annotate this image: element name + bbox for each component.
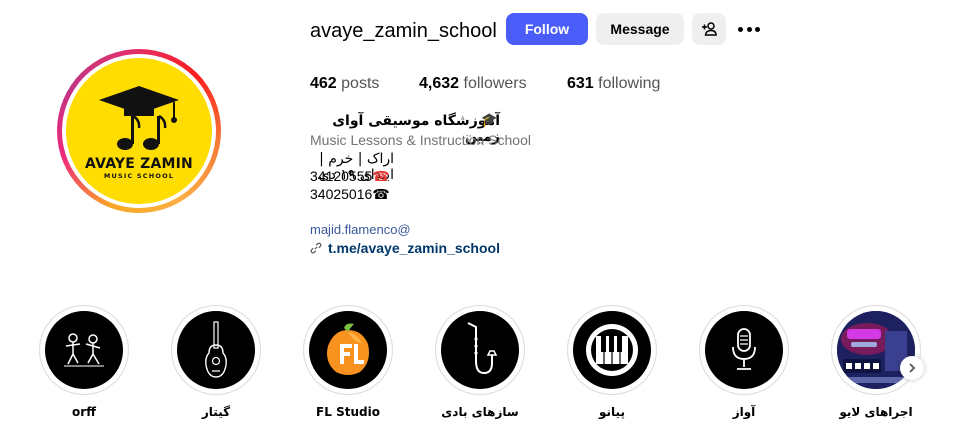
saxophone-icon [467,322,498,375]
logo-subtitle: MUSIC SCHOOL [103,172,175,180]
highlight-ring [303,305,393,395]
followers-label: followers [463,75,527,92]
chevron-right-icon [909,363,916,373]
highlight-cover [45,311,123,389]
highlight-cover [309,311,387,389]
phone-2-number: 34025016 [310,186,373,202]
highlight-cover [573,311,651,389]
avatar-inner-border: AVAYE ZAMIN MUSIC SCHOOL [62,54,216,208]
bio-email-mention[interactable]: majid.flamenco@ [310,222,411,237]
person-add-icon [702,22,717,36]
profile-avatar[interactable]: AVAYE ZAMIN MUSIC SCHOOL [57,49,221,213]
posts-number: 462 [310,75,337,92]
bio-link-text: t.me/avaye_zamin_school [328,240,500,256]
highlight-label: پیانو [599,405,625,419]
posts-count: 462 posts [310,75,379,93]
message-button[interactable]: Message [596,13,684,45]
graduation-cap-notes-icon [99,86,179,150]
posts-label: posts [341,75,380,92]
highlight-label: سازهای بادی [441,405,519,419]
highlight-ring [39,305,129,395]
highlight-cover [837,311,915,389]
orff-dancers-icon [64,333,104,367]
following-number: 631 [567,75,594,92]
telephone-icon: ☎ [372,168,390,184]
avatar-logo: AVAYE ZAMIN MUSIC SCHOOL [66,58,212,204]
bio-phone-1: 34120555☎ [310,168,390,185]
live-poster-icon [837,311,915,389]
bio-phone-2: 34025016☎ [310,186,390,203]
highlight-label: گیتار [201,405,231,419]
microphone-icon [732,328,756,370]
highlight-cover [705,311,783,389]
highlight-ring [567,305,657,395]
highlights-next-button[interactable] [900,356,924,380]
bio-external-link[interactable]: t.me/avaye_zamin_school [310,240,500,256]
highlight-cover [441,311,519,389]
highlight-label: آواز [732,405,756,419]
guitar-icon [205,321,227,378]
highlight-ring [831,305,921,395]
followers-link[interactable]: 4,632 followers [419,75,527,93]
highlight-label: orff [72,405,96,419]
bio-category: Music Lessons & Instruction School [310,132,531,148]
link-icon [310,242,322,254]
piano-icon [586,324,638,376]
logo-title: AVAYE ZAMIN [85,156,193,172]
followers-number: 4,632 [419,75,460,92]
phone-1-number: 34120555 [310,168,373,184]
username: avaye_zamin_school [310,20,497,42]
highlight-label: اجراهای لایو [839,405,913,419]
more-options-icon[interactable] [736,18,762,40]
telephone-icon: ☎ [372,186,390,202]
highlight-cover [177,311,255,389]
highlight-ring [171,305,261,395]
highlight-ring [435,305,525,395]
follow-button[interactable]: Follow [506,13,588,45]
following-link[interactable]: 631 following [567,75,660,93]
highlight-ring [699,305,789,395]
add-user-button[interactable] [692,13,726,45]
graduation-cap-icon: 🎓 [481,112,498,127]
fl-studio-icon [327,323,369,375]
following-label: following [598,75,661,92]
highlight-label: FL Studio [316,405,380,419]
